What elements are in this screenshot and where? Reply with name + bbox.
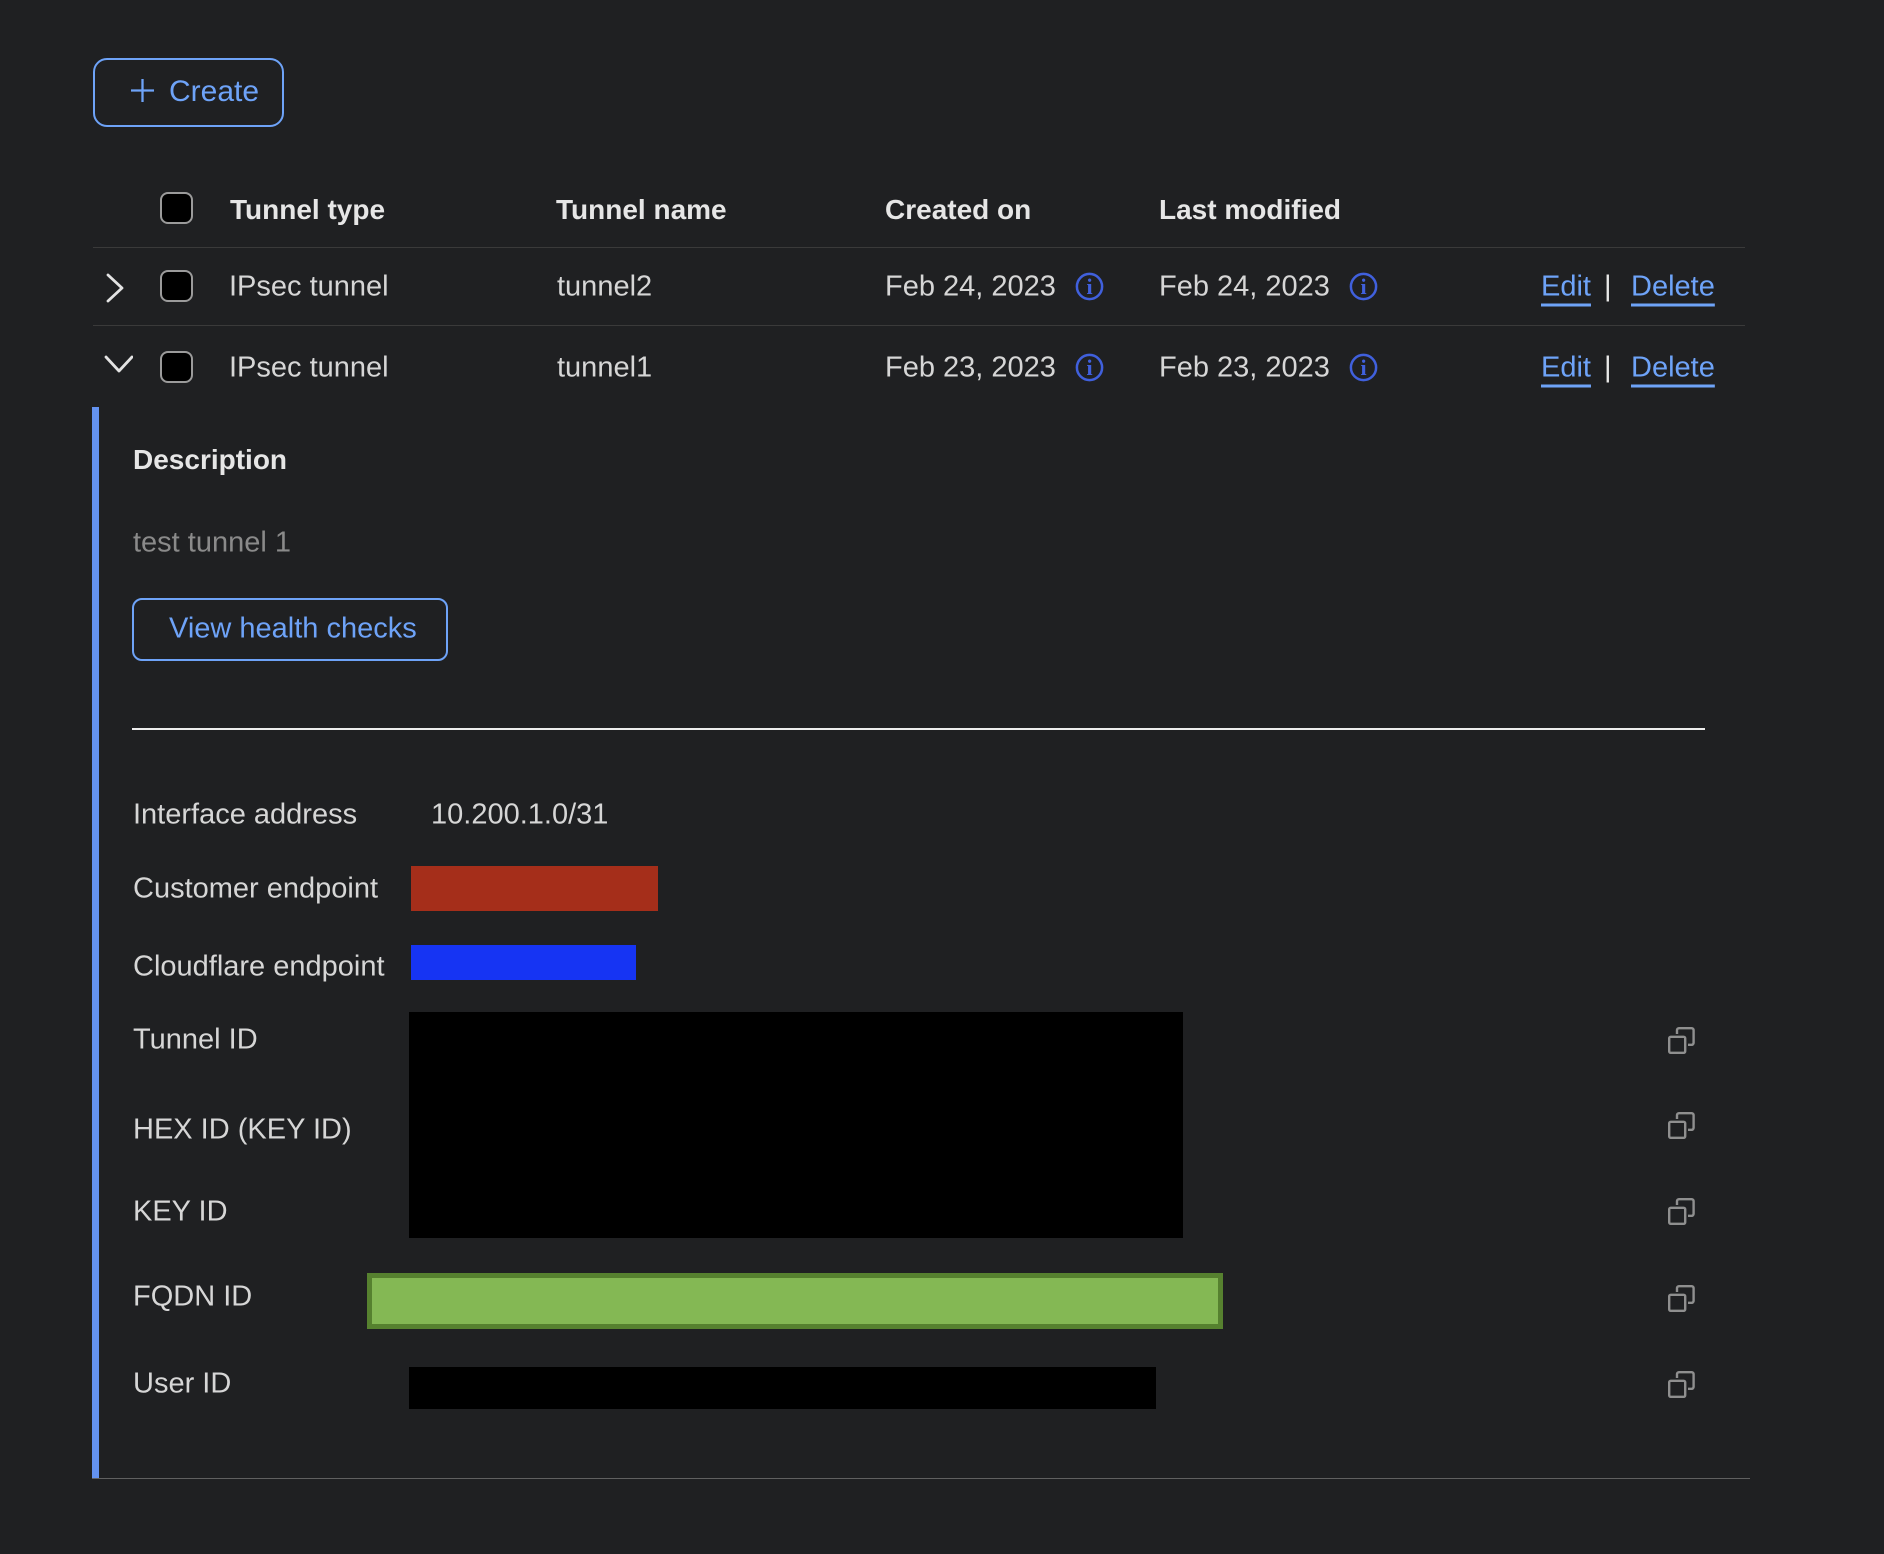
- svg-text:i: i: [1086, 355, 1092, 380]
- svg-text:i: i: [1086, 274, 1092, 299]
- svg-text:i: i: [1360, 274, 1366, 299]
- svg-text:i: i: [1360, 355, 1366, 380]
